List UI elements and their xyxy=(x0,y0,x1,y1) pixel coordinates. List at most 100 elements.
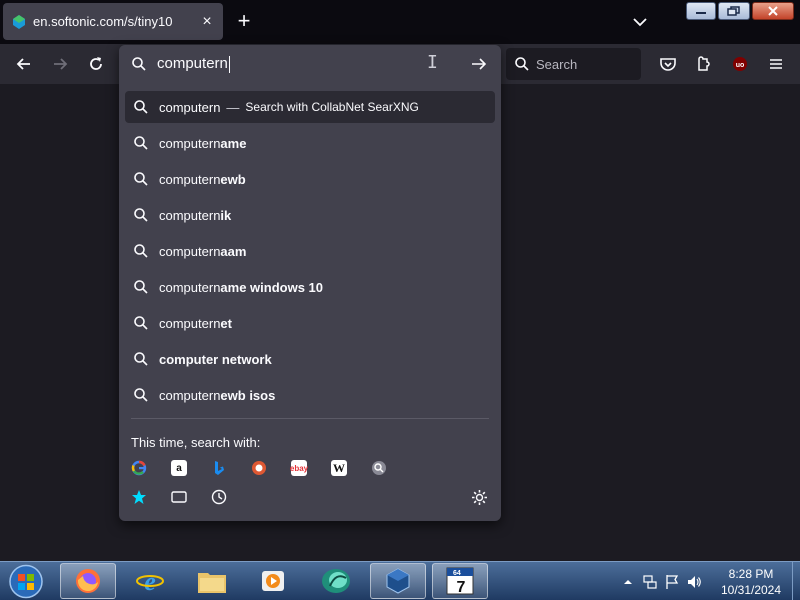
amazon-icon[interactable]: a xyxy=(171,460,187,476)
suggestion-prefix: computern xyxy=(159,135,221,151)
window-controls xyxy=(684,2,794,20)
tab-title: en.softonic.com/s/tiny10 xyxy=(33,14,173,29)
show-desktop-button[interactable] xyxy=(792,562,800,600)
search-icon xyxy=(134,280,148,294)
suggestion-item[interactable]: computern ame windows 10 xyxy=(125,269,495,305)
suggestion-prefix: computern xyxy=(159,315,221,331)
search-icon xyxy=(134,244,148,258)
softonic-favicon-icon xyxy=(13,14,25,29)
suggestion-suffix: aam xyxy=(220,243,247,259)
urlbar-input[interactable]: computern xyxy=(119,45,501,83)
clock-time: 8:28 PM xyxy=(728,567,774,581)
start-button-icon[interactable] xyxy=(6,563,46,600)
search-with-engine-row[interactable]: computern — Search with CollabNet SearXN… xyxy=(125,91,495,123)
suggestion-item[interactable]: computern ik xyxy=(125,197,495,233)
restore-icon[interactable] xyxy=(718,2,750,20)
suggestion-suffix: et xyxy=(220,315,232,331)
suggestion-item[interactable]: computern aam xyxy=(125,233,495,269)
taskbar-virtualbox-icon[interactable] xyxy=(370,563,426,599)
search-icon xyxy=(134,136,148,150)
search-bar[interactable]: Search xyxy=(506,48,641,80)
bookmarks-icon[interactable] xyxy=(131,489,147,505)
suggestion-list: computern — Search with CollabNet SearXN… xyxy=(125,91,495,413)
text-caret xyxy=(228,55,230,73)
wikipedia-icon[interactable]: W xyxy=(331,460,347,476)
ebay-icon[interactable]: ebay xyxy=(290,460,308,476)
suggestion-item[interactable]: computer network xyxy=(125,341,495,377)
search-icon xyxy=(134,208,148,222)
close-window-icon[interactable] xyxy=(752,2,794,20)
taskbar-internet-explorer-icon[interactable]: e xyxy=(122,563,178,599)
row-engine-text: Search with CollabNet SearXNG xyxy=(245,100,419,114)
search-icon xyxy=(132,57,146,71)
taskbar-media-player-icon[interactable] xyxy=(246,563,302,599)
row-query: computern xyxy=(159,99,221,115)
new-tab-icon[interactable]: + xyxy=(234,10,254,34)
row-separator: — xyxy=(226,99,240,115)
extensions-icon[interactable] xyxy=(694,54,714,74)
system-tray xyxy=(620,562,708,600)
suggestion-suffix: computer network xyxy=(159,351,272,367)
reload-icon[interactable] xyxy=(86,54,106,74)
search-icon xyxy=(134,172,148,186)
clock-date: 10/31/2024 xyxy=(720,583,782,597)
clock[interactable]: 8:28 PM 10/31/2024 xyxy=(716,566,786,598)
suggestion-prefix: computern xyxy=(159,387,221,403)
searxng-icon[interactable] xyxy=(371,460,387,476)
suggestion-suffix: ewb isos xyxy=(220,387,276,403)
suggestion-prefix: computern xyxy=(159,207,221,223)
suggestion-suffix: ik xyxy=(220,207,232,223)
suggestion-suffix: ame windows 10 xyxy=(220,279,324,295)
svg-text:uo: uo xyxy=(736,62,745,69)
suggestion-suffix: ame xyxy=(220,135,247,151)
suggestion-suffix: ewb xyxy=(220,171,246,187)
mouse-cursor-icon: I xyxy=(427,52,438,73)
tabs-icon[interactable] xyxy=(171,489,187,505)
search-engine-shortcuts: a ebay W xyxy=(131,460,411,476)
search-icon xyxy=(134,316,148,330)
svg-text:64: 64 xyxy=(453,570,461,577)
taskbar-firefox-icon[interactable] xyxy=(60,563,116,599)
search-mode-shortcuts xyxy=(131,489,251,505)
svg-text:e: e xyxy=(144,567,156,596)
taskbar-app-icon[interactable] xyxy=(308,563,364,599)
suggestion-item[interactable]: computern et xyxy=(125,305,495,341)
tab-close-icon[interactable]: × xyxy=(199,13,215,31)
divider xyxy=(131,418,489,419)
tab-strip: en.softonic.com/s/tiny10 × + xyxy=(0,0,800,44)
action-center-flag-icon[interactable] xyxy=(664,574,680,590)
list-all-tabs-icon[interactable] xyxy=(630,12,650,32)
gear-icon[interactable] xyxy=(471,489,488,506)
suggestion-item[interactable]: computern ewb isos xyxy=(125,377,495,413)
search-icon xyxy=(134,352,148,366)
suggestion-prefix: computern xyxy=(159,243,221,259)
suggestion-item[interactable]: computern ewb xyxy=(125,161,495,197)
search-placeholder: Search xyxy=(536,56,578,72)
volume-icon[interactable] xyxy=(686,574,702,590)
taskbar-explorer-icon[interactable] xyxy=(184,563,240,599)
urlbar-dropdown: computern I computern — Search with Coll… xyxy=(119,45,501,521)
taskbar-7zip-icon[interactable]: 64 7 xyxy=(432,563,488,599)
suggestion-item[interactable]: computern ame xyxy=(125,125,495,161)
this-time-search-label: This time, search with: xyxy=(131,435,261,450)
taskbar: e 64 7 8:28 PM 10/31/2024 xyxy=(0,561,800,600)
urlbar-text[interactable]: computern xyxy=(157,55,230,73)
pocket-icon[interactable] xyxy=(658,54,678,74)
menu-icon[interactable] xyxy=(766,54,786,74)
history-icon[interactable] xyxy=(211,489,227,505)
go-arrow-icon[interactable] xyxy=(470,55,488,73)
forward-icon[interactable] xyxy=(50,54,70,74)
show-hidden-icons-icon[interactable] xyxy=(620,574,636,590)
duckduckgo-icon[interactable] xyxy=(251,460,267,476)
bing-icon[interactable] xyxy=(211,460,227,476)
search-icon xyxy=(515,57,529,71)
google-icon[interactable] xyxy=(131,460,147,476)
minimize-icon[interactable] xyxy=(686,2,716,20)
search-icon xyxy=(134,100,148,114)
ublock-origin-icon[interactable]: uo xyxy=(730,54,750,74)
tab-active[interactable]: en.softonic.com/s/tiny10 × xyxy=(3,3,223,40)
back-icon[interactable] xyxy=(14,54,34,74)
suggestion-prefix: computern xyxy=(159,279,221,295)
network-icon[interactable] xyxy=(642,574,658,590)
search-icon xyxy=(134,388,148,402)
